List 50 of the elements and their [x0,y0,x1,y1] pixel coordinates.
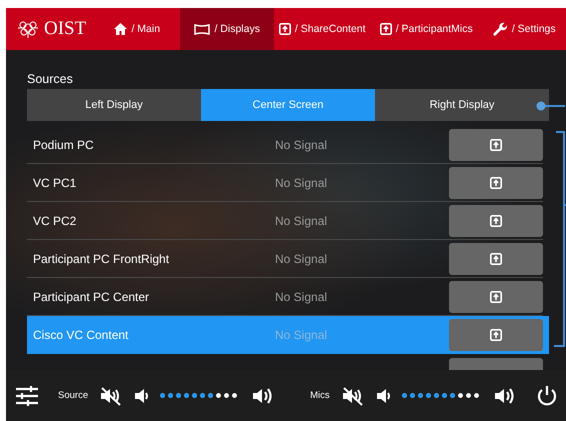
share-button[interactable] [449,280,543,312]
share-icon [490,252,502,264]
share-icon [490,328,502,340]
source-name: Participant PC Center [33,290,150,304]
logo-flower-icon [16,19,40,39]
home-icon [114,23,128,35]
display-icon [194,24,210,34]
volume-up-icon[interactable] [252,386,274,406]
share-button[interactable] [449,204,543,236]
source-row[interactable]: Podium PC No Signal [27,126,543,164]
section-title: Sources [27,72,74,88]
logo-text: OIST [44,18,86,40]
source-row[interactable]: VC PC1 No Signal [27,164,543,202]
audio-label: Source [58,390,88,401]
signal-status: No Signal [275,214,328,228]
share-icon [490,290,502,302]
nav-tab[interactable]: / Main [94,8,180,50]
source-name: Participant PC FrontRight [33,252,170,266]
wrench-icon [492,22,508,36]
share-icon [490,176,502,188]
signal-status: No Signal [275,252,328,266]
signal-status: No Signal [275,290,328,304]
volume-slider[interactable] [402,393,482,398]
source-name: VC PC1 [33,176,78,190]
share-button[interactable] [449,128,543,160]
share-icon [490,214,502,226]
nav-tab[interactable]: / Displays [180,8,274,50]
audio-label: Mics [310,390,330,401]
signal-status: No Signal [275,138,328,152]
power-icon[interactable] [536,384,558,406]
volume-up-icon[interactable] [494,386,516,406]
signal-status: No Signal [275,176,328,190]
signal-status: No Signal [275,328,328,342]
share-icon [490,138,502,150]
nav-tab[interactable]: / Settings [482,8,566,50]
share-icon [380,23,392,35]
share-icon [278,23,291,35]
share-button[interactable] [449,242,543,274]
source-row[interactable]: VC PC2 No Signal [27,202,543,240]
nav-tab[interactable]: / ParticipantMics [370,8,482,50]
source-name: Podium PC [33,138,95,152]
source-name: Cisco VC Content [33,328,130,342]
nav-tab[interactable]: / ShareContent [274,8,370,50]
share-button[interactable] [449,318,543,350]
mute-toggle-icon[interactable] [342,386,364,406]
source-name: VC PC2 [33,214,78,228]
source-row[interactable]: Participant PC FrontRight No Signal [27,240,543,278]
sliders-icon[interactable] [16,386,38,406]
share-button[interactable] [449,166,543,198]
mute-toggle-icon[interactable] [100,386,122,406]
